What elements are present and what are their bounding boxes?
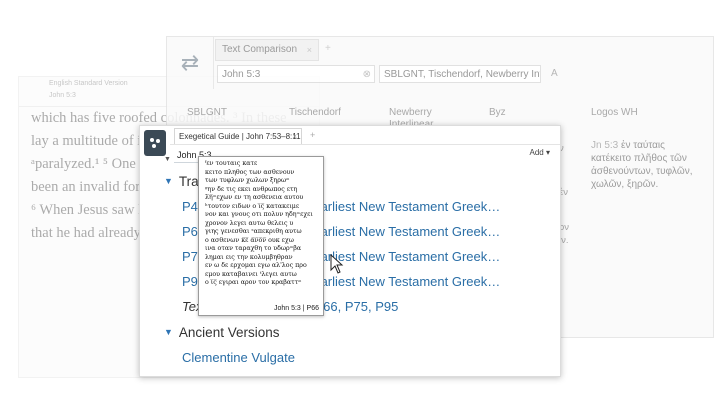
manuscript-title: Earliest New Testament Greek… xyxy=(311,199,501,214)
manuscript-lines: ᶠεν τουταις κατε κειτο πληθος των ασθενο… xyxy=(205,160,319,288)
section-translations[interactable]: ▼ Tra xyxy=(164,174,199,189)
column-header: SBLGNT xyxy=(187,107,228,118)
section-title: Tra xyxy=(178,174,199,189)
manuscript-line: των τυφλων χωλων ξηρω ͫ xyxy=(205,177,288,184)
manuscript-line: ινα οταν ταραχθη το υδωρ ͫ βα xyxy=(205,245,302,252)
versions-selector[interactable]: SBLGNT, Tischendorf, Newberry Inte xyxy=(379,65,541,83)
reference-value: John 5:3 xyxy=(222,69,261,80)
arrow-cursor-icon xyxy=(330,254,344,274)
manuscript-line: ʰτουτον ειδων ο ι̅ς̅ κατακειμε xyxy=(205,202,300,210)
close-icon[interactable]: × xyxy=(307,40,312,60)
triangle-down-icon[interactable]: ▼ xyxy=(164,176,173,186)
add-button[interactable]: Add ▾ xyxy=(530,148,550,157)
manuscript-line: κειτο πληθος των ασθενουν xyxy=(205,168,295,176)
chevron-down-icon[interactable]: ▼ xyxy=(164,156,171,163)
manuscript-line: χρονον λεγει αυτω θελεις υ xyxy=(205,219,294,227)
logos-wh-text: Jn 5:3 ἐν ταύταις κατέκειτο πλῆθος τῶν ἀ… xyxy=(591,139,701,191)
manuscript-line: λημαι εις την κολυμβηθραν xyxy=(205,253,293,261)
manuscript-id: P7 xyxy=(182,249,198,264)
manuscript-popup: ᶠεν τουταις κατε κειτο πληθος των ασθενο… xyxy=(198,156,324,316)
reference-input[interactable]: John 5:3 ⊗ xyxy=(217,65,375,83)
manuscript-id: P9 xyxy=(182,274,198,289)
section-ancient-versions[interactable]: ▼ Ancient Versions xyxy=(164,325,279,340)
close-icon[interactable]: × xyxy=(292,129,297,144)
ancient-version-link[interactable]: Clementine Vulgate xyxy=(182,350,295,365)
column-header: Logos WH xyxy=(591,107,638,118)
manuscript-line: ᶠεν τουταις κατε xyxy=(205,160,258,167)
popup-caption: John 5:3 | P66 xyxy=(273,305,319,312)
manuscript-line: νον και γνους οτι πολυν ηδη ͫ εχει xyxy=(205,211,313,218)
manuscript-line: ο ι̅ς̅ εγιραι αρον τον κραβαττ ͫ xyxy=(205,279,300,286)
manuscript-id: P4 xyxy=(182,199,198,214)
tab-bar: Exegetical Guide | John 7:53–8:11 × + xyxy=(170,126,560,145)
column-header: Tischendorf xyxy=(289,107,341,118)
manuscript-title: Earliest New Testament Greek… xyxy=(311,224,501,239)
logos-logo-icon[interactable] xyxy=(144,130,166,156)
bible-version-title: English Standard Version xyxy=(49,80,128,87)
manuscript-id: P6 xyxy=(182,224,198,239)
manuscript-line: εμου καταβαινει ᵗλεγει αυτω xyxy=(205,270,297,278)
triangle-down-icon[interactable]: ▼ xyxy=(164,327,173,337)
compare-icon[interactable]: ⇄ xyxy=(167,37,214,89)
tab-label: Exegetical Guide | John 7:53–8:11 xyxy=(179,132,301,141)
tab-label: Text Comparison xyxy=(222,44,298,55)
manuscript-title: Earliest New Testament Greek… xyxy=(311,274,501,289)
new-tab-button[interactable]: + xyxy=(325,43,331,54)
new-tab-button[interactable]: + xyxy=(310,130,315,140)
font-button[interactable]: A xyxy=(551,68,558,79)
section-title: Ancient Versions xyxy=(178,325,280,340)
manuscript-line: λ̅η̅ ͫ εχων εν τη ασθενεια αυτου xyxy=(205,194,304,201)
clear-icon[interactable]: ⊗ xyxy=(363,66,371,83)
manuscript-line: ᵍην δε τις εκει ανθρωπος ετη xyxy=(205,185,298,193)
text-row-links[interactable]: P66, P75, P95 xyxy=(314,299,398,314)
manuscript-line: γιης γενεσθαι ˢαπεκριθη αυτω xyxy=(205,228,302,235)
column-header: Byz xyxy=(489,107,506,118)
verse-number: Jn 5:3 xyxy=(591,140,619,151)
tab-exegetical-guide[interactable]: Exegetical Guide | John 7:53–8:11 × xyxy=(174,128,302,144)
manuscript-line: ο ασθενων κ̅ε̅ α̅ν̅ο̅ν̅ ουκ εχω xyxy=(205,236,294,244)
logos-mark-icon xyxy=(150,138,160,148)
manuscript-line: εν ω δε ερχομαι εγω αλ'λος προ xyxy=(205,262,307,269)
tab-text-comparison[interactable]: Text Comparison × xyxy=(215,39,319,61)
